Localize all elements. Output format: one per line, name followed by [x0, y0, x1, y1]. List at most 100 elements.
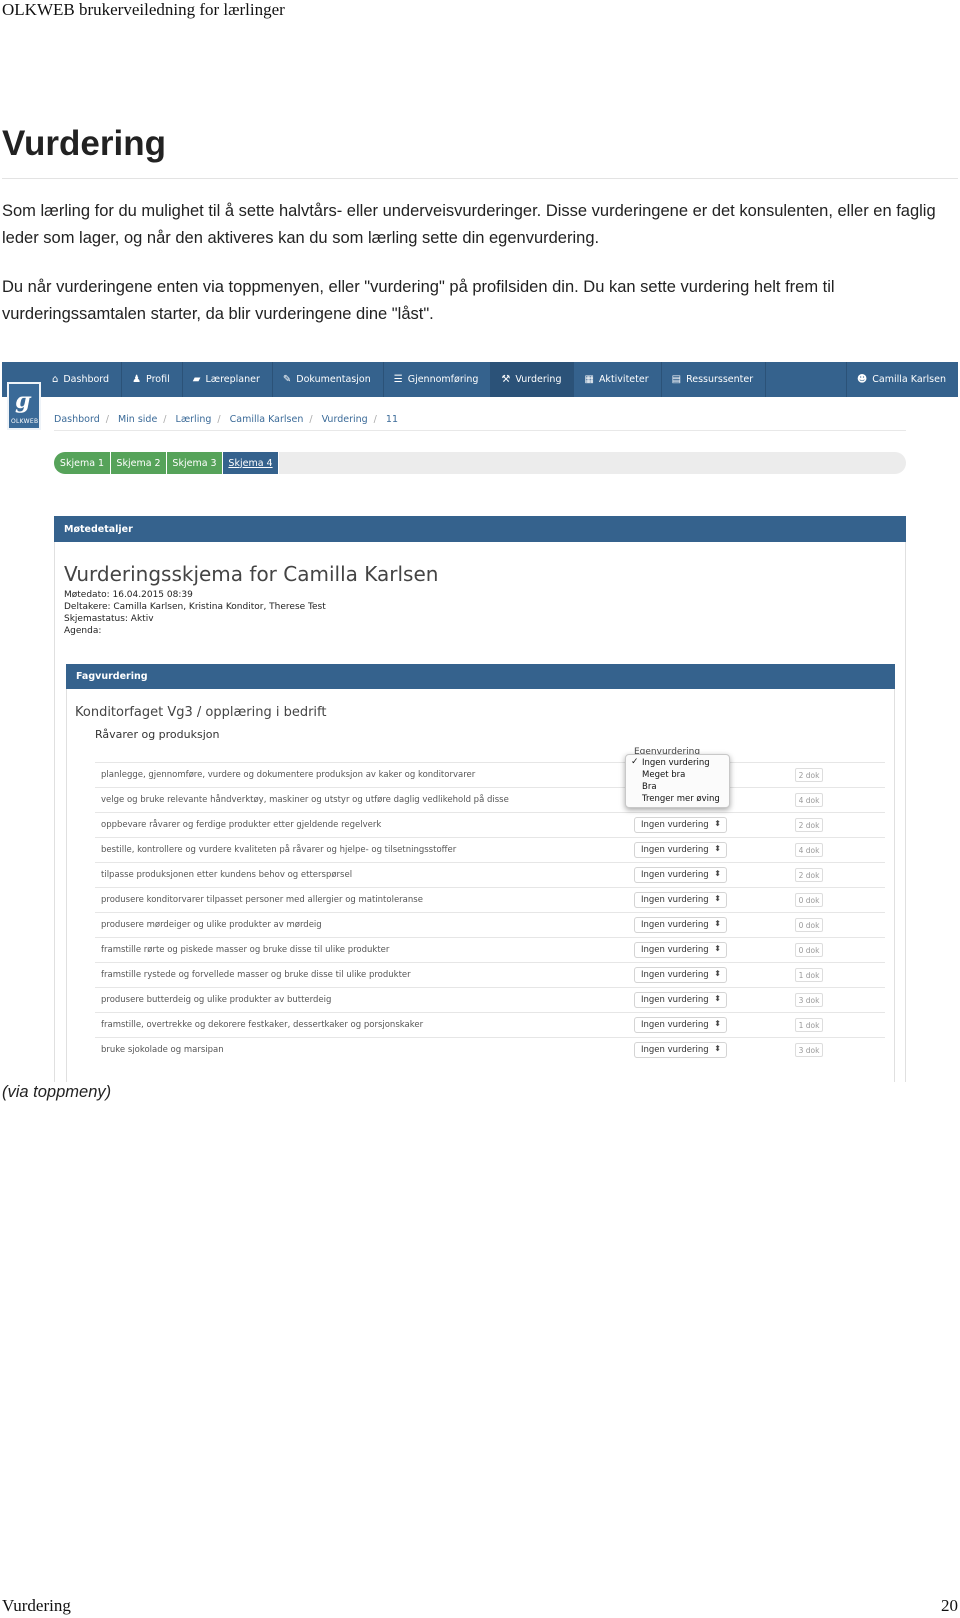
nav-item-vurdering[interactable]: ⚒ Vurdering [491, 362, 575, 397]
nav-item-dashbord[interactable]: ⌂ Dashbord [42, 362, 123, 397]
self-assessment-select[interactable]: Ingen vurdering ⬍ [634, 967, 727, 983]
self-assessment-select[interactable]: Ingen vurdering ⬍ [634, 917, 727, 933]
nav-item-gjennomforing[interactable]: ☰ Gjennomføring [384, 362, 492, 397]
breadcrumb-laerling[interactable]: Lærling [176, 414, 212, 425]
list-icon: ☰ [393, 374, 403, 385]
option-meget-bra[interactable]: Meget bra [642, 770, 685, 780]
document-count-badge[interactable]: 1 dok [795, 968, 823, 982]
user-menu[interactable]: ☻ Camilla Karlsen [845, 362, 958, 397]
self-assessment-select[interactable]: Ingen vurdering ⬍ [634, 892, 727, 908]
self-assessment-select[interactable]: Ingen vurdering ⬍ [634, 867, 727, 883]
document-count-badge[interactable]: 1 dok [795, 1018, 823, 1032]
select-value: Ingen vurdering [641, 845, 709, 855]
breadcrumb-dashbord[interactable]: Dashbord [54, 414, 100, 425]
top-navigation: ⌂ Dashbord ♟ Profil ▰ Læreplaner ✎ Dokumenta… [2, 362, 958, 397]
select-arrows-icon: ⬍ [714, 894, 721, 903]
criterion-text: framstille, overtrekke og dekorere festk… [101, 1020, 424, 1030]
footer-section: Vurdering [2, 1596, 71, 1615]
select-value: Ingen vurdering [641, 820, 709, 830]
intro-paragraph: Som lærling for du mulighet til å sette … [2, 202, 936, 247]
select-value: Ingen vurdering [641, 1020, 709, 1030]
calendar-icon: ▦ [584, 374, 594, 385]
document-count-badge[interactable]: 4 dok [795, 843, 823, 857]
self-assessment-select[interactable]: Ingen vurdering ⬍ [634, 992, 727, 1008]
criterion-row: framstille rystede og forvellede masser … [95, 962, 885, 987]
title-divider [2, 178, 958, 179]
criterion-row: bestille, kontrollere og vurdere kvalite… [95, 837, 885, 862]
breadcrumb-min-side[interactable]: Min side [118, 414, 157, 425]
agenda: Agenda: [64, 626, 102, 636]
select-arrows-icon: ⬍ [714, 969, 721, 978]
criterion-text: oppbevare råvarer og ferdige produkter e… [101, 820, 382, 830]
olkweb-logo[interactable]: ɡ OLKWEB [7, 382, 41, 430]
criterion-row: framstille, overtrekke og dekorere festk… [95, 1012, 885, 1037]
document-icon: ▤ [671, 374, 682, 385]
subsection-title: Råvarer og produksjon [95, 728, 220, 741]
form-status: Skjemastatus: Aktiv [64, 614, 154, 624]
breadcrumb-vurdering[interactable]: Vurdering [322, 414, 368, 425]
screenshot-caption: (via toppmeny) [2, 1083, 112, 1101]
document-count-badge[interactable]: 3 dok [795, 1043, 823, 1057]
criterion-text: bestille, kontrollere og vurdere kvalite… [101, 845, 457, 855]
breadcrumb-camilla-karlsen[interactable]: Camilla Karlsen [230, 414, 304, 425]
select-value: Ingen vurdering [641, 895, 709, 905]
criterion-row: bruke sjokolade og marsipan Ingen vurderi… [95, 1037, 885, 1062]
document-count-badge[interactable]: 2 dok [795, 768, 823, 782]
subject-title: Konditorfaget Vg3 / opplæring i bedrift [75, 705, 327, 720]
document-count-badge[interactable]: 0 dok [795, 943, 823, 957]
document-count-badge[interactable]: 3 dok [795, 993, 823, 1007]
self-assessment-select[interactable]: Ingen vurdering ⬍ [634, 1042, 727, 1058]
home-icon: ⌂ [52, 374, 59, 385]
tab-skjema-2[interactable]: Skjema 2 [111, 452, 167, 474]
option-trenger-mer-oving[interactable]: Trenger mer øving [642, 794, 720, 804]
select-value: Ingen vurdering [641, 870, 709, 880]
tab-skjema-4[interactable]: Skjema 4 [223, 452, 279, 474]
nav-item-dokumentasjon[interactable]: ✎ Dokumentasjon [273, 362, 384, 397]
tab-skjema-1[interactable]: Skjema 1 [54, 452, 111, 474]
breadcrumb: Dashbord / Min side / Lærling / Camilla Kar… [54, 414, 398, 425]
criterion-row: produsere butterdeig og ulike produkter … [95, 987, 885, 1012]
access-paragraph: Du når vurderingene enten via toppmenyen… [2, 278, 835, 323]
fagvurdering-header: Fagvurdering [66, 664, 895, 689]
criterion-text: produsere butterdeig og ulike produkter … [101, 995, 332, 1005]
criterion-text: produsere mørdeiger og ulike produkter a… [101, 920, 322, 930]
self-assessment-select[interactable]: Ingen vurdering ⬍ [634, 842, 727, 858]
meeting-date: Møtedato: 16.04.2015 08:39 [64, 590, 193, 600]
assessment-dropdown-open[interactable]: ✓ Ingen vurdering Meget bra Bra Trenger … [625, 754, 730, 808]
checkmark-icon: ✓ [631, 757, 639, 767]
vurdering-screenshot: ⌂ Dashbord ♟ Profil ▰ Læreplaner ✎ Dokumenta… [2, 362, 958, 1082]
criterion-text: velge og bruke relevante håndverktøy, ma… [101, 795, 509, 805]
select-arrows-icon: ⬍ [714, 944, 721, 953]
option-ingen-vurdering[interactable]: Ingen vurdering [642, 758, 710, 768]
self-assessment-select[interactable]: Ingen vurdering ⬍ [634, 817, 727, 833]
criterion-row: framstille rørte og piskede masser og br… [95, 937, 885, 962]
page-number: 20 [941, 1596, 958, 1615]
select-arrows-icon: ⬍ [714, 994, 721, 1003]
criterion-text: tilpasse produksjonen etter kundens beho… [101, 870, 353, 880]
criterion-row: velge og bruke relevante håndverktøy, ma… [95, 787, 885, 812]
criterion-row: oppbevare råvarer og ferdige produkter e… [95, 812, 885, 837]
participants: Deltakere: Camilla Karlsen, Kristina Kon… [64, 602, 326, 612]
option-bra[interactable]: Bra [642, 782, 657, 792]
tab-skjema-3[interactable]: Skjema 3 [167, 452, 223, 474]
nav-item-profil[interactable]: ♟ Profil [122, 362, 183, 397]
document-count-badge[interactable]: 0 dok [795, 918, 823, 932]
select-value: Ingen vurdering [641, 945, 709, 955]
pencil-icon: ✎ [282, 374, 292, 385]
criterion-row: planlegge, gjennomføre, vurdere og dokum… [95, 762, 885, 787]
document-count-badge[interactable]: 4 dok [795, 793, 823, 807]
document-count-badge[interactable]: 2 dok [795, 818, 823, 832]
nav-item-aktiviteter[interactable]: ▦ Aktiviteter [574, 362, 662, 397]
self-assessment-select[interactable]: Ingen vurdering ⬍ [634, 942, 727, 958]
select-arrows-icon: ⬍ [714, 1044, 721, 1053]
running-header: OLKWEB brukerveiledning for lærlinger [2, 0, 285, 19]
self-assessment-select[interactable]: Ingen vurdering ⬍ [634, 1017, 727, 1033]
document-count-badge[interactable]: 2 dok [795, 868, 823, 882]
nav-item-laereplaner[interactable]: ▰ Læreplaner [183, 362, 273, 397]
document-count-badge[interactable]: 0 dok [795, 893, 823, 907]
select-arrows-icon: ⬍ [714, 919, 721, 928]
nav-item-ressurssenter[interactable]: ▤ Ressurssenter [662, 362, 767, 397]
folder-icon: ▰ [192, 374, 201, 385]
users-icon: ☻ [856, 374, 868, 385]
criterion-text: produsere konditorvarer tilpasset person… [101, 895, 423, 905]
